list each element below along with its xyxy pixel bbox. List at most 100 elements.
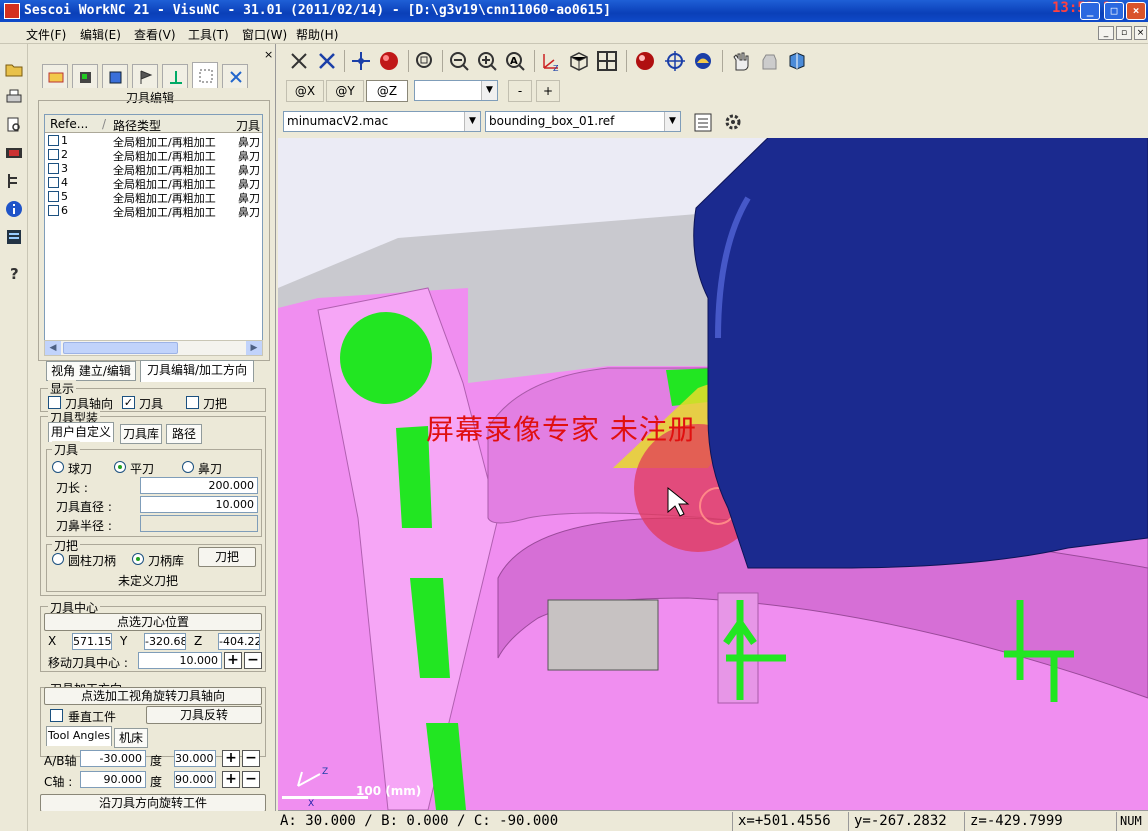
row-checkbox[interactable]: [48, 205, 59, 216]
path-list[interactable]: Refe... / 路径类型 刀具 1 全局粗加工/再粗加工 鼻刀 2 全局粗加工/再…: [44, 114, 263, 356]
ref-file-dropdown[interactable]: ▼: [664, 112, 680, 131]
view-plus-button[interactable]: +: [536, 80, 560, 102]
col-tool[interactable]: 刀具: [236, 117, 260, 134]
table-row[interactable]: 2 全局粗加工/再粗加工 鼻刀: [45, 148, 262, 163]
col-ref[interactable]: Refe...: [50, 117, 88, 131]
menu-tools[interactable]: 工具(T): [188, 26, 229, 43]
menu-window[interactable]: 窗口(W): [242, 26, 287, 43]
row-checkbox[interactable]: [48, 135, 59, 146]
vertical-workpiece-checkbox[interactable]: [50, 709, 63, 722]
path-list-scrollbar[interactable]: ◀ ▶: [44, 340, 263, 356]
hand-icon[interactable]: [730, 50, 752, 72]
c-plus-button[interactable]: +: [222, 771, 240, 788]
c-step-field[interactable]: 90.000: [174, 771, 216, 788]
open-folder-icon[interactable]: [5, 60, 23, 78]
c-axis-field[interactable]: 90.000: [80, 771, 146, 788]
print-preview-icon[interactable]: [5, 116, 23, 134]
panel-close-button[interactable]: ×: [264, 48, 273, 61]
row-checkbox[interactable]: [48, 149, 59, 160]
holder-button[interactable]: 刀把: [198, 547, 256, 567]
maximize-button[interactable]: □: [1104, 2, 1124, 20]
tab-transform[interactable]: [222, 64, 248, 88]
trim-icon[interactable]: [288, 50, 310, 72]
pan-icon[interactable]: [350, 50, 372, 72]
menu-help[interactable]: 帮助(H): [296, 26, 338, 43]
table-row[interactable]: 5 全局粗加工/再粗加工 鼻刀: [45, 190, 262, 205]
z-field[interactable]: -404.22: [218, 633, 260, 650]
row-checkbox[interactable]: [48, 163, 59, 174]
row-checkbox[interactable]: [48, 177, 59, 188]
ab-axis-field[interactable]: -30.000: [80, 750, 146, 767]
target-icon[interactable]: [664, 50, 686, 72]
iso-view-icon[interactable]: [568, 50, 590, 72]
x-field[interactable]: 571.15: [72, 633, 112, 650]
table-row[interactable]: 1 全局粗加工/再粗加工 鼻刀: [45, 134, 262, 149]
subtab-custom[interactable]: 用户自定义: [48, 422, 114, 442]
table-row[interactable]: 4 全局粗加工/再粗加工 鼻刀: [45, 176, 262, 191]
y-field[interactable]: -320.68: [144, 633, 186, 650]
tab-machine[interactable]: 机床: [114, 728, 148, 748]
move-center-plus-button[interactable]: +: [224, 652, 242, 669]
tab-stock[interactable]: [102, 64, 128, 88]
3d-viewport[interactable]: Z X 屏幕录像专家 未注册 100 (mm): [278, 138, 1148, 810]
mdi-close-button[interactable]: ×: [1134, 26, 1147, 40]
help-icon[interactable]: ?: [5, 264, 23, 282]
scroll-thumb[interactable]: [63, 342, 178, 354]
close-button[interactable]: ×: [1126, 2, 1146, 20]
radio-holder-library[interactable]: [132, 553, 144, 565]
pick-center-button[interactable]: 点选刀心位置: [44, 613, 262, 631]
print-icon[interactable]: [5, 88, 23, 106]
radio-nose[interactable]: [182, 461, 194, 473]
tab-flag[interactable]: [132, 64, 158, 88]
c-minus-button[interactable]: −: [242, 771, 260, 788]
scroll-left-button[interactable]: ◀: [45, 341, 61, 355]
machine-file-dropdown[interactable]: ▼: [464, 112, 480, 131]
reverse-tool-button[interactable]: 刀具反转: [146, 706, 262, 724]
settings-icon[interactable]: [722, 111, 744, 133]
view-combo[interactable]: ▼: [414, 80, 498, 101]
mdi-minimize-button[interactable]: _: [1098, 26, 1114, 40]
rotate-view-icon[interactable]: [378, 50, 400, 72]
tab-view-edit[interactable]: 视角 建立/编辑: [46, 361, 136, 381]
length-field[interactable]: 200.000: [140, 477, 258, 494]
axis-xyz-icon[interactable]: Z: [540, 50, 562, 72]
ab-plus-button[interactable]: +: [222, 750, 240, 767]
grab-icon[interactable]: [758, 50, 780, 72]
tree-icon[interactable]: [5, 172, 23, 190]
view-y-button[interactable]: @Y: [326, 80, 364, 102]
zoom-window-icon[interactable]: [414, 50, 436, 72]
view-x-button[interactable]: @X: [286, 80, 324, 102]
menu-edit[interactable]: 编辑(E): [80, 26, 121, 43]
table-row[interactable]: 6 全局粗加工/再粗加工 鼻刀: [45, 204, 262, 219]
four-views-icon[interactable]: [596, 50, 618, 72]
cut-icon[interactable]: [316, 50, 338, 72]
zoom-in-icon[interactable]: [476, 50, 498, 72]
render-icon[interactable]: [692, 50, 714, 72]
film-icon[interactable]: [5, 144, 23, 162]
tab-select[interactable]: [192, 62, 218, 88]
subtab-path[interactable]: 路径: [166, 424, 202, 444]
diameter-field[interactable]: 10.000: [140, 496, 258, 513]
tab-tool-angles[interactable]: Tool Angles: [46, 726, 112, 746]
ref-file-select[interactable]: bounding_box_01.ref ▼: [485, 111, 681, 132]
view-combo-dropdown[interactable]: ▼: [481, 81, 497, 100]
minimize-button[interactable]: _: [1080, 2, 1100, 20]
subtab-library[interactable]: 刀具库: [120, 424, 162, 444]
menu-file[interactable]: 文件(F): [26, 26, 66, 43]
col-path-type[interactable]: 路径类型: [113, 117, 161, 134]
move-center-field[interactable]: 10.000: [138, 652, 222, 669]
ab-minus-button[interactable]: −: [242, 750, 260, 767]
machine-file-select[interactable]: minumacV2.mac ▼: [283, 111, 481, 132]
pick-rotate-axis-button[interactable]: 点选加工视角旋转刀具轴向: [44, 687, 262, 705]
tab-tool-list[interactable]: [42, 64, 68, 88]
radio-cylinder-holder[interactable]: [52, 553, 64, 565]
tab-tool-edit-direction[interactable]: 刀具编辑/加工方向: [140, 360, 254, 382]
row-checkbox[interactable]: [48, 191, 59, 202]
zoom-all-icon[interactable]: A: [504, 50, 526, 72]
clipboard-icon[interactable]: [692, 111, 714, 133]
view-minus-button[interactable]: -: [508, 80, 532, 102]
ab-step-field[interactable]: 30.000: [174, 750, 216, 767]
rotate-workpiece-button[interactable]: 沿刀具方向旋转工件: [40, 794, 266, 812]
move-center-minus-button[interactable]: −: [244, 652, 262, 669]
scroll-right-button[interactable]: ▶: [246, 341, 262, 355]
